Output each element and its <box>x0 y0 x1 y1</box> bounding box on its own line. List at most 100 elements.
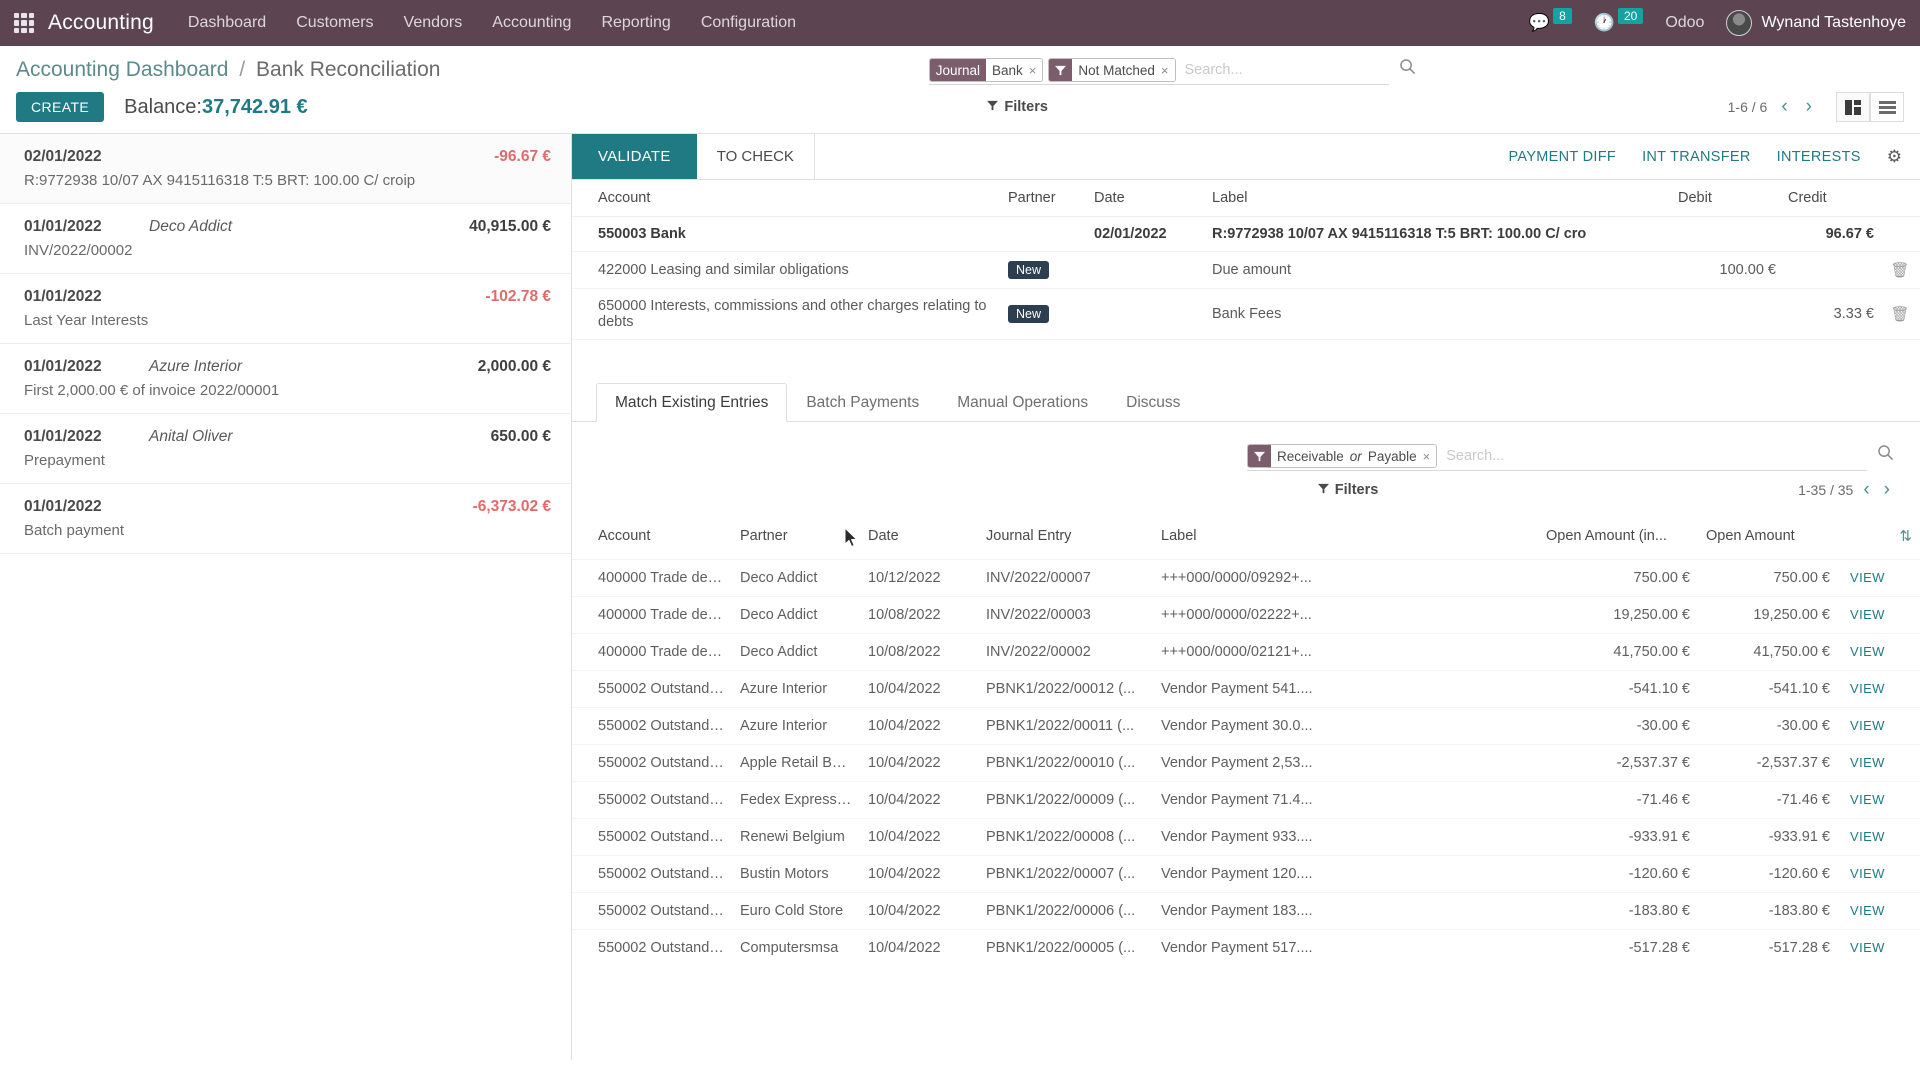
statement-line-item[interactable]: 01/01/2022 -102.78 € Last Year Interests <box>0 274 571 344</box>
statement-line-partner: Anital Oliver <box>149 428 233 445</box>
facet-journal[interactable]: Journal Bank × <box>928 58 1044 82</box>
cell-open-amount: 750.00 € <box>1698 559 1838 597</box>
chevron-left-icon[interactable]: ‹ <box>1777 96 1791 118</box>
table-row[interactable]: 550002 Outstandin... Bustin Motors 10/04… <box>572 855 1920 893</box>
cell-partner: Bustin Motors <box>732 855 860 893</box>
cell-partner: Computersmsa <box>732 929 860 966</box>
view-button[interactable]: VIEW <box>1850 607 1885 622</box>
view-button[interactable]: VIEW <box>1850 940 1885 955</box>
reconciliation-actions-bar: VALIDATE TO CHECK PAYMENT DIFF INT TRANS… <box>572 134 1920 180</box>
facet-not-matched-remove-icon[interactable]: × <box>1161 63 1169 78</box>
view-button[interactable]: VIEW <box>1850 570 1885 585</box>
odoo-account-link[interactable]: Odoo <box>1665 14 1704 32</box>
cell-account: 400000 Trade debt... <box>572 596 732 634</box>
table-row[interactable]: 400000 Trade debt... Deco Addict 10/12/2… <box>572 559 1920 597</box>
filters-button[interactable]: Filters <box>987 99 1048 115</box>
view-button[interactable]: VIEW <box>1850 792 1885 807</box>
search-icon[interactable] <box>1389 58 1416 85</box>
facet-remove-icon[interactable]: × <box>1423 449 1431 464</box>
apps-grid-icon[interactable] <box>14 13 34 33</box>
search-view[interactable]: Journal Bank × Not Matched × Search... <box>928 58 1389 85</box>
facet-not-matched[interactable]: Not Matched × <box>1048 58 1176 82</box>
menu-item-reporting[interactable]: Reporting <box>601 14 670 32</box>
match-filters-button[interactable]: Filters <box>1317 482 1378 498</box>
chevron-right-icon[interactable]: › <box>1802 96 1816 118</box>
view-button[interactable]: VIEW <box>1850 644 1885 659</box>
view-button[interactable]: VIEW <box>1850 718 1885 733</box>
trash-icon[interactable]: 🗑 <box>1890 306 1909 323</box>
top-navbar: Accounting Dashboard Customers Vendors A… <box>0 0 1920 46</box>
match-search-input[interactable]: Search... <box>1442 444 1867 468</box>
table-row[interactable]: 550002 Outstandin... Computersmsa 10/04/… <box>572 929 1920 966</box>
cell-date: 02/01/2022 <box>1088 216 1206 252</box>
chevron-left-icon[interactable]: ‹ <box>1859 479 1873 501</box>
create-button[interactable]: CREATE <box>16 92 105 122</box>
tab-manual-operations[interactable]: Manual Operations <box>938 383 1107 422</box>
facet-journal-remove-icon[interactable]: × <box>1029 63 1037 78</box>
statement-line-item[interactable]: 02/01/2022 -96.67 € R:9772938 10/07 AX 9… <box>0 134 571 204</box>
kanban-view-icon[interactable] <box>1836 92 1870 122</box>
user-menu[interactable]: Wynand Tastenhoye <box>1726 10 1906 36</box>
cell-journal-entry: INV/2022/00007 <box>978 559 1153 597</box>
chevron-right-icon[interactable]: › <box>1880 479 1894 501</box>
chat-icon: 💬 <box>1528 13 1551 32</box>
view-button[interactable]: VIEW <box>1850 866 1885 881</box>
table-row[interactable]: 550003 Bank 02/01/2022 R:9772938 10/07 A… <box>572 216 1920 252</box>
table-row[interactable]: 550002 Outstandin... Apple Retail Belgiu… <box>572 744 1920 782</box>
to-check-button[interactable]: TO CHECK <box>696 134 815 179</box>
table-row[interactable]: 550002 Outstandin... Renewi Belgium 10/0… <box>572 818 1920 856</box>
cell-account: 550003 Bank <box>572 216 1002 252</box>
facet-receivable-or-payable[interactable]: Receivable or Payable × <box>1247 444 1438 468</box>
table-header-row: Account Partner Date Journal Entry Label… <box>572 519 1920 560</box>
menu-item-configuration[interactable]: Configuration <box>701 14 796 32</box>
menu-item-vendors[interactable]: Vendors <box>404 14 463 32</box>
cell-view: VIEW <box>1838 596 1920 634</box>
table-row[interactable]: 550002 Outstandin... Euro Cold Store 10/… <box>572 892 1920 930</box>
statement-line-item[interactable]: 01/01/2022 Azure Interior 2,000.00 € Fir… <box>0 344 571 414</box>
cell-view: VIEW <box>1838 781 1920 819</box>
tab-batch-payments[interactable]: Batch Payments <box>787 383 938 422</box>
table-row[interactable]: 550002 Outstandin... Azure Interior 10/0… <box>572 707 1920 745</box>
gear-icon[interactable]: ⚙ <box>1887 147 1902 167</box>
view-button[interactable]: VIEW <box>1850 903 1885 918</box>
match-search-view[interactable]: Receivable or Payable × Search... <box>1247 444 1867 471</box>
trash-icon[interactable]: 🗑 <box>1890 262 1909 279</box>
tab-discuss[interactable]: Discuss <box>1107 383 1199 422</box>
int-transfer-button[interactable]: INT TRANSFER <box>1642 149 1751 165</box>
menu-item-dashboard[interactable]: Dashboard <box>188 14 266 32</box>
cell-actions <box>1880 216 1920 252</box>
table-row[interactable]: 400000 Trade debt... Deco Addict 10/08/2… <box>572 596 1920 634</box>
breadcrumb-parent[interactable]: Accounting Dashboard <box>16 58 228 81</box>
table-row[interactable]: 650000 Interests, commissions and other … <box>572 288 1920 340</box>
view-button[interactable]: VIEW <box>1850 755 1885 770</box>
app-brand-accounting[interactable]: Accounting <box>48 11 154 35</box>
interests-button[interactable]: INTERESTS <box>1777 149 1861 165</box>
menu-item-accounting[interactable]: Accounting <box>492 14 571 32</box>
menu-item-customers[interactable]: Customers <box>296 14 373 32</box>
table-row[interactable]: 422000 Leasing and similar obligations N… <box>572 251 1920 289</box>
activities-button[interactable]: 🕐 20 <box>1594 8 1644 33</box>
search-icon[interactable] <box>1867 444 1894 471</box>
table-row[interactable]: 550002 Outstandin... Fedex Express Belgi… <box>572 781 1920 819</box>
header-date: Date <box>1088 180 1206 217</box>
search-input[interactable]: Search... <box>1181 58 1389 82</box>
payment-diff-button[interactable]: PAYMENT DIFF <box>1509 149 1617 165</box>
table-row[interactable]: 550002 Outstandin... Azure Interior 10/0… <box>572 670 1920 708</box>
activities-count-badge: 20 <box>1617 8 1644 24</box>
statement-line-item[interactable]: 01/01/2022 Anital Oliver 650.00 € Prepay… <box>0 414 571 484</box>
messages-button[interactable]: 💬 8 <box>1528 8 1572 33</box>
cell-open-amount: -541.10 € <box>1698 670 1838 708</box>
statement-line-item[interactable]: 01/01/2022 -6,373.02 € Batch payment <box>0 484 571 554</box>
match-entries-table-wrap: Account Partner Date Journal Entry Label… <box>572 519 1920 966</box>
cell-account: 550002 Outstandin... <box>572 670 732 708</box>
view-button[interactable]: VIEW <box>1850 829 1885 844</box>
list-view-icon[interactable] <box>1870 92 1904 122</box>
statement-line-item[interactable]: 01/01/2022 Deco Addict 40,915.00 € INV/2… <box>0 204 571 274</box>
column-options-icon[interactable]: ⇅ <box>1850 527 1912 545</box>
cell-open-amount: 41,750.00 € <box>1698 633 1838 671</box>
table-row[interactable]: 400000 Trade debt... Deco Addict 10/08/2… <box>572 633 1920 671</box>
view-button[interactable]: VIEW <box>1850 681 1885 696</box>
validate-button[interactable]: VALIDATE <box>572 134 697 179</box>
tab-match-existing-entries[interactable]: Match Existing Entries <box>596 383 788 422</box>
cell-date: 10/04/2022 <box>860 892 978 930</box>
